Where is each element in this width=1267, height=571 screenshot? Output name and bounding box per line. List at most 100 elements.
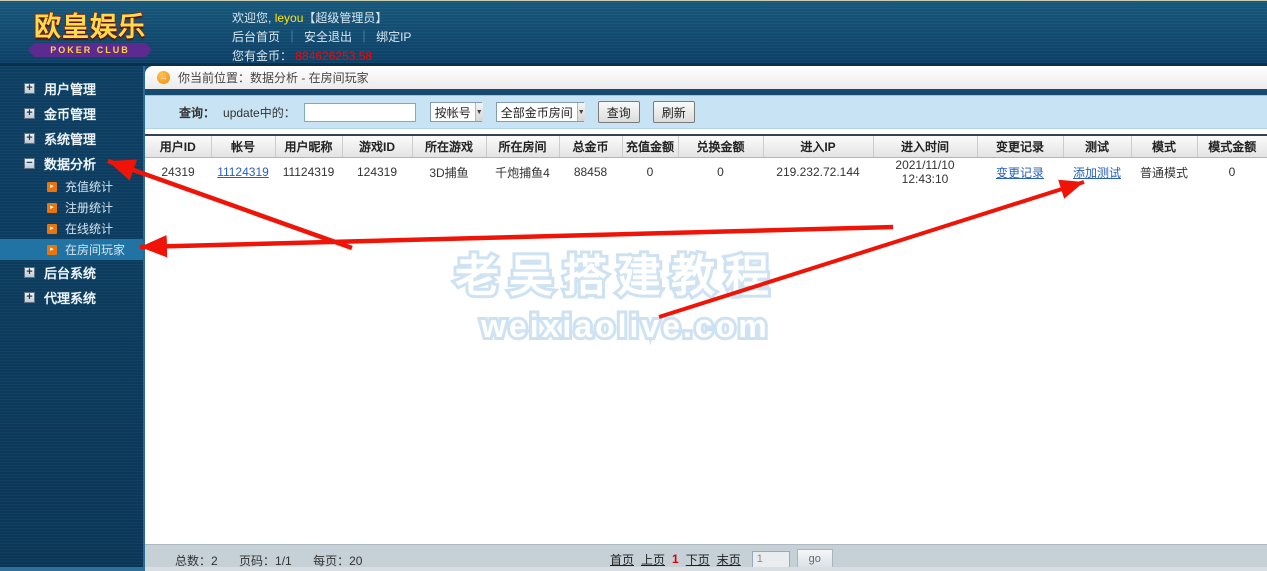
sidebar-item[interactable]: ▸ 在房间玩家 bbox=[0, 239, 143, 260]
sidebar: + 用户管理 + 金币管理 + 系统管理 − 数据分析 ▸ 充值统计 ▸ 注册统计 ▸ 在线统计 ▸ 在房间玩… bbox=[0, 66, 145, 571]
search-field-label: update中的： bbox=[223, 105, 296, 120]
refresh-button[interactable]: 刷新 bbox=[652, 101, 695, 123]
sidebar-item[interactable]: + 系统管理 bbox=[0, 126, 143, 151]
table-cell: 11124319 bbox=[282, 165, 335, 180]
admin-page: 欧皇娱乐 POKER CLUB 欢迎您, leyou【超级管理员】 后台首页安全… bbox=[0, 0, 1267, 571]
column-header: 进入IP bbox=[763, 134, 874, 158]
cell-link[interactable]: 添加测试 bbox=[1073, 166, 1121, 180]
goto-page-input[interactable] bbox=[751, 550, 790, 568]
sidebar-item-label: 用户管理 bbox=[44, 82, 97, 97]
table-cell: 24319 bbox=[161, 165, 195, 180]
stat-per-page: 每页：20 bbox=[313, 554, 363, 568]
sidebar-item-label: 代理系统 bbox=[44, 291, 97, 306]
stat-total: 总数：2 bbox=[175, 554, 218, 568]
column-header: 帐号 bbox=[211, 134, 276, 158]
chevron-down-icon: ▼ bbox=[576, 103, 585, 121]
nav-link-logout[interactable]: 安全退出 bbox=[304, 30, 376, 44]
arrow-bullet-icon: ▸ bbox=[47, 244, 57, 255]
last-page-link[interactable]: 末页 bbox=[717, 551, 741, 568]
nav-link-bind-ip[interactable]: 绑定IP bbox=[376, 30, 411, 44]
table-cell: 变更记录 bbox=[977, 157, 1063, 187]
user-role: 【超级管理员】 bbox=[303, 11, 388, 25]
search-toolbar: 查询： update中的： 按帐号 ▼ 全部金币房间 ▼ 查询 刷新 bbox=[145, 95, 1267, 129]
sidebar-item[interactable]: + 用户管理 bbox=[0, 76, 143, 101]
arrow-bullet-icon: ▸ bbox=[47, 223, 57, 234]
query-button[interactable]: 查询 bbox=[597, 101, 640, 123]
sidebar-item[interactable]: + 代理系统 bbox=[0, 285, 143, 310]
table-cell: 11124319 bbox=[211, 157, 275, 187]
column-header: 游戏ID bbox=[342, 134, 413, 158]
table-row: 24319 11124319 11124319 124319 3D捕鱼 千炮捕鱼4 8845… bbox=[145, 157, 1267, 187]
column-header: 充值金额 bbox=[622, 134, 679, 158]
column-header: 进入时间 bbox=[873, 134, 978, 158]
search-label: 查询： bbox=[179, 105, 216, 120]
column-header: 所在游戏 bbox=[412, 134, 487, 158]
sidebar-item-label: 系统管理 bbox=[44, 132, 97, 147]
search-input[interactable] bbox=[303, 102, 416, 122]
expand-icon: + bbox=[24, 108, 35, 119]
table-cell: 普通模式 bbox=[1139, 165, 1188, 180]
welcome-line: 欢迎您, leyou【超级管理员】 bbox=[232, 9, 411, 28]
column-header: 所在房间 bbox=[486, 134, 560, 158]
nav-link-home[interactable]: 后台首页 bbox=[232, 30, 304, 44]
sidebar-item-label: 金币管理 bbox=[44, 107, 97, 122]
table-panel: 用户ID 帐号 用户昵称 游戏ID 所在游戏 所在房间 总金币 充值金额 兑换金额 进入IP 进入时… bbox=[145, 129, 1267, 544]
logo-ribbon: POKER CLUB bbox=[28, 43, 152, 57]
search-type-select[interactable]: 按帐号 ▼ bbox=[429, 102, 483, 122]
expand-icon: + bbox=[24, 292, 35, 303]
user-info: 欢迎您, leyou【超级管理员】 后台首页安全退出绑定IP 您有金币： 884… bbox=[232, 9, 411, 66]
table-header-row: 用户ID 帐号 用户昵称 游戏ID 所在游戏 所在房间 总金币 充值金额 兑换金额 进入IP 进入时… bbox=[145, 134, 1267, 158]
table-cell: 千炮捕鱼4 bbox=[495, 165, 550, 180]
table-cell: 219.232.72.144 bbox=[776, 165, 860, 180]
logo-title: 欧皇娱乐 bbox=[33, 11, 146, 43]
sidebar-item[interactable]: ▸ 在线统计 bbox=[0, 218, 143, 239]
gold-value: 884626253.58 bbox=[295, 49, 373, 63]
expand-icon: + bbox=[24, 83, 35, 94]
header-nav: 后台首页安全退出绑定IP bbox=[232, 28, 411, 47]
expand-icon: + bbox=[24, 133, 35, 144]
sidebar-item-label: 在房间玩家 bbox=[65, 243, 126, 257]
sidebar-item-label: 后台系统 bbox=[44, 266, 97, 281]
expand-icon: + bbox=[24, 267, 35, 278]
breadcrumb: → 你当前位置：数据分析 - 在房间玩家 bbox=[145, 66, 1267, 89]
column-header: 测试 bbox=[1063, 134, 1132, 158]
table-cell: 0 bbox=[717, 165, 724, 180]
table-cell: 124319 bbox=[356, 165, 398, 180]
current-page: 1 bbox=[672, 552, 679, 566]
sidebar-item-label: 在线统计 bbox=[65, 222, 114, 236]
collapse-icon: − bbox=[24, 158, 35, 169]
sidebar-item[interactable]: + 金币管理 bbox=[0, 101, 143, 126]
column-header: 变更记录 bbox=[977, 134, 1064, 158]
table-cell: 2021/11/10 12:43:10 bbox=[895, 158, 955, 187]
sidebar-item[interactable]: + 后台系统 bbox=[0, 260, 143, 285]
cell-link[interactable]: 11124319 bbox=[217, 165, 269, 179]
location-arrow-icon: → bbox=[157, 71, 170, 84]
next-page-link[interactable]: 下页 bbox=[686, 551, 710, 568]
column-header: 用户昵称 bbox=[275, 134, 343, 158]
gold-label: 您有金币： bbox=[232, 49, 293, 63]
cell-link[interactable]: 变更记录 bbox=[996, 166, 1044, 180]
go-button[interactable]: go bbox=[796, 549, 833, 569]
welcome-prefix: 欢迎您, bbox=[232, 11, 272, 25]
column-header: 模式金额 bbox=[1197, 134, 1267, 158]
sidebar-item[interactable]: − 数据分析 bbox=[0, 151, 143, 176]
table-cell: 3D捕鱼 bbox=[429, 165, 469, 180]
table-cell: 0 bbox=[1228, 165, 1236, 180]
prev-page-link[interactable]: 上页 bbox=[641, 551, 665, 568]
logo: 欧皇娱乐 POKER CLUB bbox=[14, 5, 166, 57]
sidebar-item[interactable]: ▸ 注册统计 bbox=[0, 197, 143, 218]
content-area: → 你当前位置：数据分析 - 在房间玩家 查询： update中的： 按帐号 ▼… bbox=[145, 66, 1267, 571]
table-body: 24319 11124319 11124319 124319 3D捕鱼 千炮捕鱼4 8845… bbox=[145, 157, 1267, 187]
top-header: 欧皇娱乐 POKER CLUB 欢迎您, leyou【超级管理员】 后台首页安全… bbox=[0, 0, 1267, 66]
first-page-link[interactable]: 首页 bbox=[610, 551, 634, 568]
chevron-down-icon: ▼ bbox=[474, 103, 483, 121]
stat-page: 页码：1/1 bbox=[239, 554, 292, 568]
room-filter-select[interactable]: 全部金币房间 ▼ bbox=[495, 102, 585, 122]
sidebar-item-label: 充值统计 bbox=[65, 180, 114, 194]
sidebar-item-label: 注册统计 bbox=[65, 201, 114, 215]
sidebar-item[interactable]: ▸ 充值统计 bbox=[0, 176, 143, 197]
select-value: 按帐号 bbox=[434, 105, 471, 120]
logo-subtitle: POKER CLUB bbox=[50, 45, 130, 55]
table-cell: 添加测试 bbox=[1063, 157, 1131, 187]
sidebar-menu: + 用户管理 + 金币管理 + 系统管理 − 数据分析 ▸ 充值统计 ▸ 注册统计 ▸ 在线统计 ▸ 在房间玩… bbox=[0, 76, 143, 310]
